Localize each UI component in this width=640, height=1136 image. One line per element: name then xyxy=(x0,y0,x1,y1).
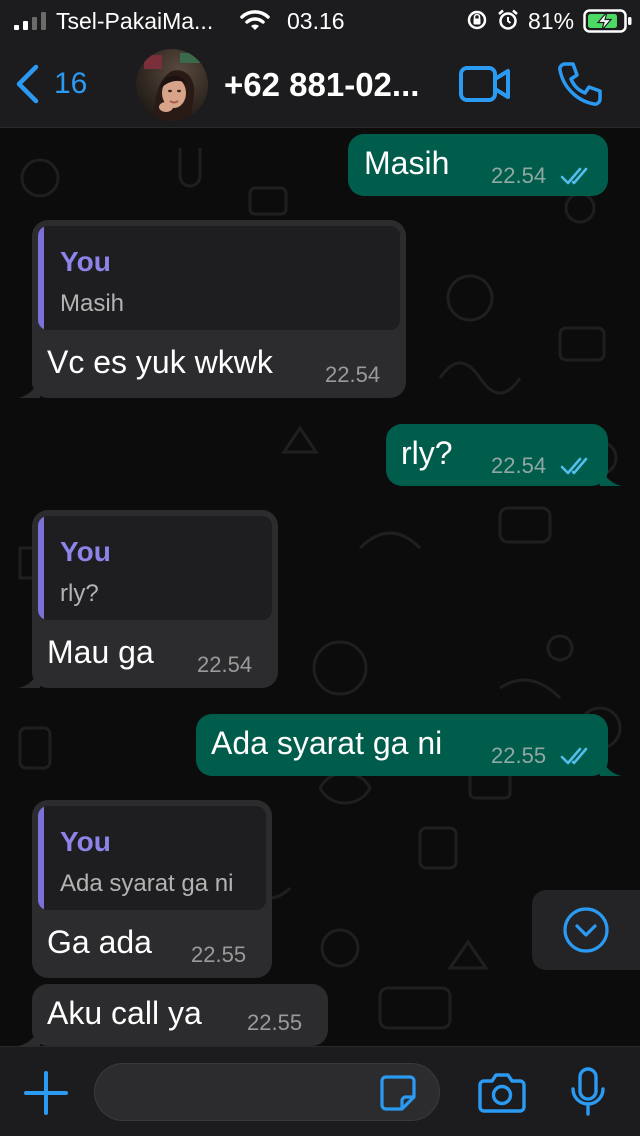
plus-icon[interactable] xyxy=(22,1069,70,1117)
rotation-lock-icon xyxy=(467,10,487,30)
quote-accent-bar xyxy=(38,226,44,330)
scroll-to-bottom-button[interactable] xyxy=(532,890,640,970)
battery-charging-icon xyxy=(583,9,632,33)
chevron-down-circle-icon xyxy=(563,907,609,953)
bubble-tail xyxy=(18,380,40,398)
message-text: rly? xyxy=(401,435,453,471)
back-button[interactable]: 16 xyxy=(14,60,87,108)
message-time: 22.55 xyxy=(491,743,547,768)
bubble-tail xyxy=(600,468,622,486)
clock: 03.16 xyxy=(287,8,345,34)
bubble-tail xyxy=(18,1028,40,1046)
message-time: 22.54 xyxy=(491,163,547,188)
unread-count: 16 xyxy=(54,67,88,100)
message-bubble-outgoing[interactable]: rly? 22.54 xyxy=(386,424,622,486)
quote-text: rly? xyxy=(60,580,99,607)
avatar-photo xyxy=(136,49,208,121)
bubble-tail xyxy=(18,670,40,688)
reply-quote[interactable]: You Masih xyxy=(38,226,400,330)
avatar[interactable] xyxy=(136,49,208,121)
message-time: 22.54 xyxy=(325,362,381,387)
quote-accent-bar xyxy=(38,806,44,910)
read-receipt-icon xyxy=(560,457,588,475)
quote-author: You xyxy=(60,826,111,857)
read-receipt-icon xyxy=(560,747,588,765)
carrier-name: Tsel-PakaiMa... xyxy=(56,8,214,34)
phone-icon[interactable] xyxy=(556,60,604,108)
message-text: Ga ada xyxy=(47,924,152,960)
read-receipt-icon xyxy=(560,167,588,185)
reply-quote[interactable]: You Ada syarat ga ni xyxy=(38,806,266,910)
message-time: 22.54 xyxy=(197,652,253,677)
quote-accent-bar xyxy=(38,516,44,620)
sticker-icon[interactable] xyxy=(378,1073,418,1113)
message-bubble-incoming[interactable]: You Masih Vc es yuk wkwk 22.54 xyxy=(18,220,406,398)
message-text: Aku call ya xyxy=(47,995,202,1031)
camera-icon[interactable] xyxy=(478,1071,526,1113)
quote-text: Ada syarat ga ni xyxy=(60,870,234,897)
chat-area[interactable]: Masih 22.54 You Masih Vc es yuk wkwk 22.… xyxy=(0,128,640,1046)
signal-strength-icon xyxy=(14,12,46,30)
reply-quote[interactable]: You rly? xyxy=(38,516,272,620)
message-bubble-outgoing[interactable]: Masih 22.54 xyxy=(348,134,608,196)
message-time: 22.55 xyxy=(247,1010,303,1035)
quote-author: You xyxy=(60,536,111,567)
message-text: Ada syarat ga ni xyxy=(211,725,443,761)
message-text: Masih xyxy=(364,145,450,181)
quote-text: Masih xyxy=(60,290,125,317)
quote-author: You xyxy=(60,246,111,277)
chat-header: 16 +62 881-02... xyxy=(0,40,640,128)
microphone-icon[interactable] xyxy=(570,1067,606,1117)
message-bubble-outgoing[interactable]: Ada syarat ga ni 22.55 xyxy=(196,714,622,776)
composer-bar xyxy=(0,1046,640,1136)
video-camera-icon[interactable] xyxy=(458,62,512,106)
contact-name[interactable]: +62 881-02... xyxy=(224,66,419,104)
message-time: 22.55 xyxy=(191,942,247,967)
message-bubble-incoming[interactable]: You Ada syarat ga ni Ga ada 22.55 xyxy=(32,800,272,978)
battery-percentage: 81% xyxy=(528,8,575,34)
message-text: Mau ga xyxy=(47,634,154,670)
message-time: 22.54 xyxy=(491,453,547,478)
wifi-icon xyxy=(240,10,270,30)
message-bubble-incoming[interactable]: Aku call ya 22.55 xyxy=(18,984,328,1046)
status-bar: Tsel-PakaiMa... 03.16 81% xyxy=(0,0,640,40)
alarm-icon xyxy=(498,9,518,30)
chevron-left-icon xyxy=(16,64,39,104)
message-text: Vc es yuk wkwk xyxy=(47,344,273,380)
message-bubble-incoming[interactable]: You rly? Mau ga 22.54 xyxy=(18,510,278,688)
bubble-tail xyxy=(600,758,622,776)
